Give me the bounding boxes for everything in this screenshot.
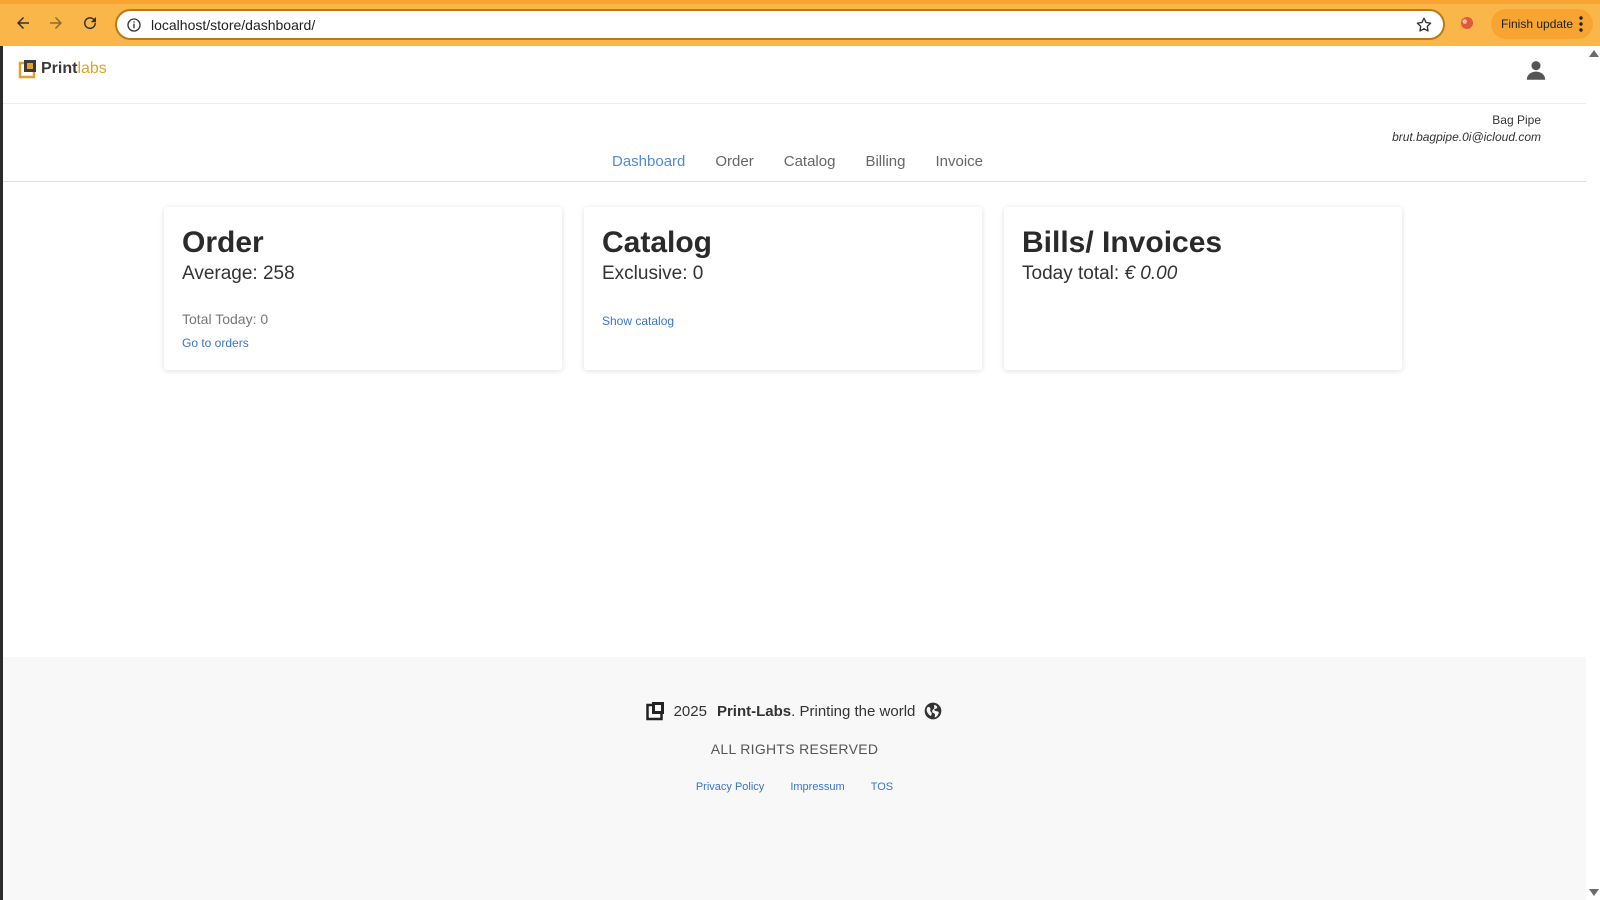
bills-today-value: € 0.00 — [1124, 263, 1178, 284]
tab-billing[interactable]: Billing — [865, 152, 905, 181]
privacy-policy-link[interactable]: Privacy Policy — [696, 781, 764, 793]
more-vert-icon — [1579, 16, 1583, 32]
tab-catalog[interactable]: Catalog — [784, 152, 836, 181]
scroll-down-arrow-icon[interactable] — [1589, 889, 1599, 896]
tab-invoice[interactable]: Invoice — [935, 152, 983, 181]
order-total-today: Total Today: 0 — [182, 311, 269, 327]
printlabs-logo[interactable]: Print labs — [18, 59, 107, 79]
reload-button[interactable] — [79, 12, 101, 34]
browser-toolbar: localhost/store/dashboard/ Finish update — [0, 0, 1600, 46]
user-account-icon[interactable] — [1523, 57, 1549, 83]
page-viewport: Print labs Bag Pipe brut.bagpipe.0i@iclou… — [3, 46, 1586, 900]
page-scrollbar[interactable] — [1586, 46, 1600, 900]
user-email: brut.bagpipe.0i@icloud.com — [1392, 130, 1541, 144]
arrow-left-icon — [17, 17, 29, 29]
go-to-orders-link[interactable]: Go to orders — [182, 336, 249, 350]
show-catalog-link[interactable]: Show catalog — [602, 314, 674, 328]
bookmark-star-icon[interactable] — [1415, 16, 1433, 34]
order-card-title: Order — [182, 226, 264, 259]
logo-text-print: Print — [41, 60, 78, 77]
order-card: Order Average: 258 Total Today: 0 Go to … — [164, 207, 562, 370]
order-average: Average: 258 — [182, 263, 295, 284]
footer-year: 2025 — [673, 702, 707, 720]
bills-card-title: Bills/ Invoices — [1022, 226, 1223, 259]
extension-icon[interactable] — [1458, 14, 1476, 32]
tab-strip-edge — [0, 0, 1600, 4]
tab-order[interactable]: Order — [715, 152, 753, 181]
bills-today-label: Today total: — [1022, 263, 1120, 284]
back-button[interactable] — [12, 12, 34, 34]
user-name: Bag Pipe — [1492, 113, 1541, 127]
address-bar[interactable]: localhost/store/dashboard/ — [115, 9, 1445, 40]
footer-rights: ALL RIGHTS RESERVED — [710, 741, 879, 757]
finish-update-button[interactable]: Finish update — [1491, 9, 1593, 39]
printlabs-footer-logo-icon — [645, 702, 664, 721]
arrow-right-icon — [50, 17, 62, 29]
info-icon[interactable] — [126, 17, 142, 33]
url-text[interactable]: localhost/store/dashboard/ — [151, 17, 315, 33]
user-info: Bag Pipe brut.bagpipe.0i@icloud.com — [1392, 112, 1541, 146]
site-header: Print labs — [3, 46, 1586, 104]
tos-link[interactable]: TOS — [871, 781, 893, 793]
site-footer: 2025 Print-Labs. Printing the world ALL … — [3, 657, 1586, 900]
globe-icon — [925, 702, 942, 720]
tab-dashboard[interactable]: Dashboard — [612, 152, 685, 181]
footer-links: Privacy Policy Impressum TOS — [3, 781, 1586, 793]
scroll-up-arrow-icon[interactable] — [1589, 50, 1599, 57]
footer-brand: Print-Labs — [716, 702, 792, 720]
logo-text-labs: labs — [77, 60, 107, 77]
finish-update-label: Finish update — [1501, 17, 1574, 31]
catalog-card: Catalog Exclusive: 0 Show catalog — [584, 207, 982, 370]
bills-invoices-card: Bills/ Invoices Today total: € 0.00 — [1004, 207, 1402, 370]
catalog-card-title: Catalog — [602, 226, 713, 259]
footer-copyright: 2025 Print-Labs. Printing the world — [3, 701, 1586, 721]
dashboard-cards: Order Average: 258 Total Today: 0 Go to … — [164, 207, 1402, 370]
reload-icon — [84, 17, 97, 30]
footer-tagline: . Printing the world — [791, 702, 916, 720]
impressum-link[interactable]: Impressum — [790, 781, 844, 793]
printlabs-logo-icon — [18, 60, 36, 79]
dashboard-tabs: Dashboard Order Catalog Billing Invoice — [3, 152, 1586, 182]
catalog-exclusive: Exclusive: 0 — [602, 263, 704, 284]
forward-button[interactable] — [45, 12, 67, 34]
bills-today-total: Today total: € 0.00 — [1022, 263, 1384, 285]
